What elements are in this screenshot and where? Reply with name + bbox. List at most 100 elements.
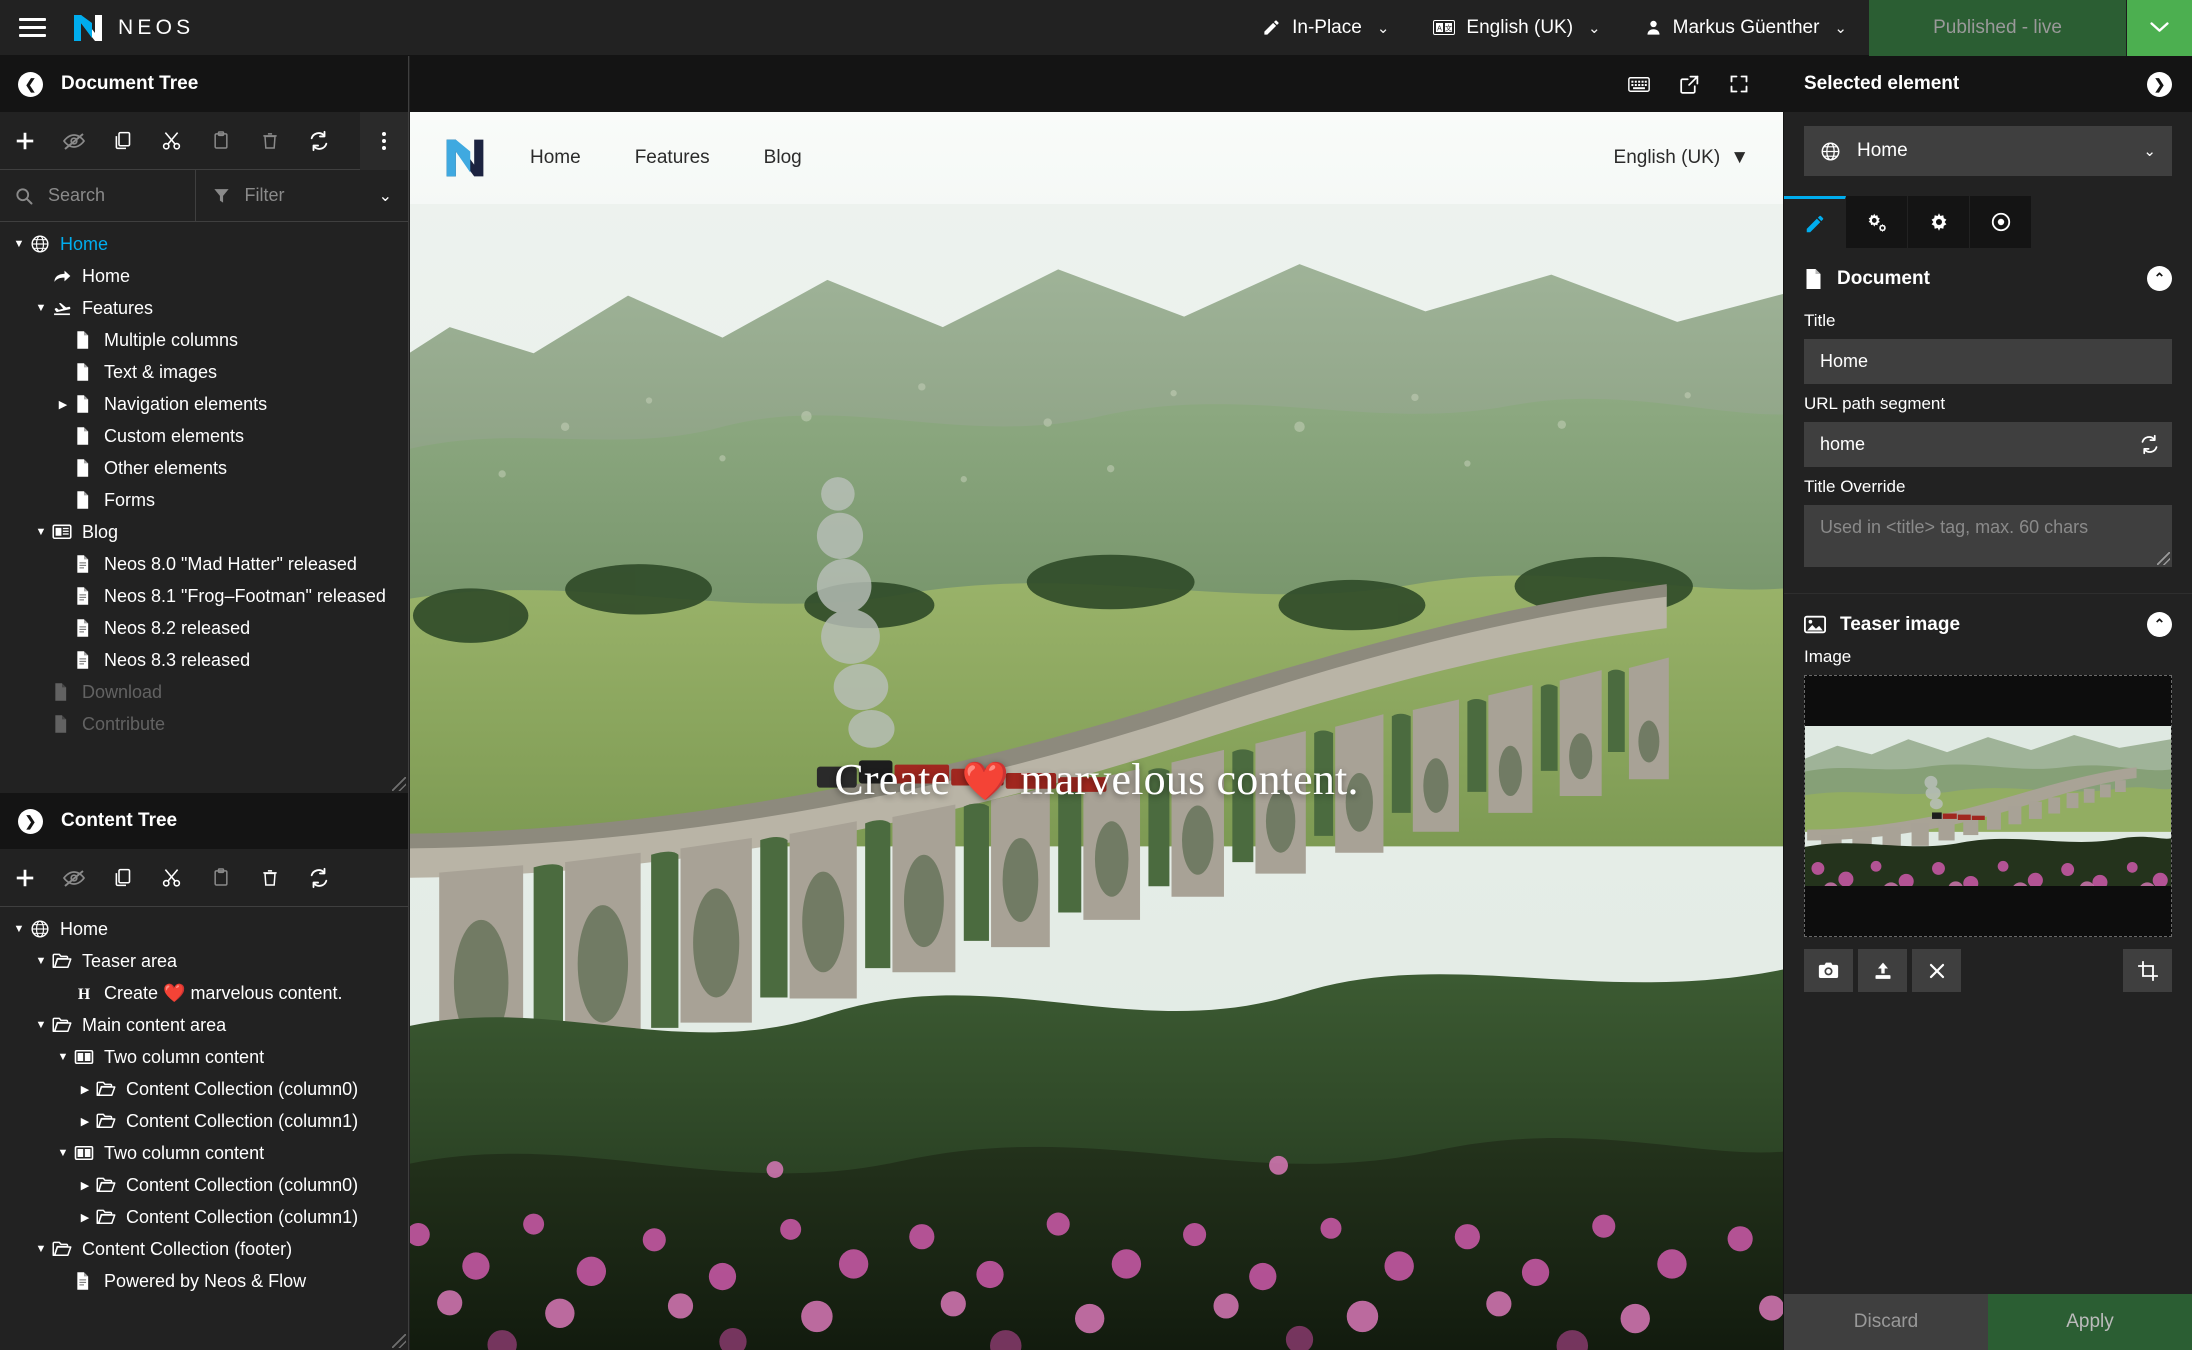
chevron-left-circle-icon[interactable]: ❮	[18, 71, 43, 97]
tree-node[interactable]: Powered by Neos & Flow	[0, 1265, 408, 1297]
tree-node[interactable]: Text & images	[0, 356, 408, 388]
edit-mode-selector[interactable]: In-Place ⌄	[1240, 0, 1411, 56]
tree-node[interactable]: Neos 8.1 "Frog–Footman" released	[0, 580, 408, 612]
tree-node[interactable]: ▶ Navigation elements	[0, 388, 408, 420]
tree-node[interactable]: ▶ Content Collection (column1)	[0, 1201, 408, 1233]
document-refresh-button[interactable]	[294, 112, 343, 170]
selected-node-select[interactable]: Home ⌄	[1804, 126, 2172, 176]
chevron-down-icon[interactable]: ▼	[30, 302, 52, 314]
chevron-down-circle-icon[interactable]: ❯	[18, 808, 43, 834]
chevron-right-icon[interactable]: ▶	[74, 1211, 96, 1224]
open-in-new-window-button[interactable]	[1667, 62, 1711, 106]
content-paste-button[interactable]	[196, 849, 245, 907]
app-logo-group[interactable]: NEOS	[64, 11, 194, 45]
tree-node[interactable]: ▶ Content Collection (column0)	[0, 1169, 408, 1201]
chevron-down-icon[interactable]: ▼	[8, 923, 30, 935]
chevron-right-circle-icon[interactable]: ❯	[2147, 71, 2172, 97]
tree-node[interactable]: ▼ Home	[0, 228, 408, 260]
tree-node[interactable]: Other elements	[0, 452, 408, 484]
regenerate-url-path-button[interactable]	[2126, 422, 2172, 467]
chevron-down-icon[interactable]: ▼	[52, 1051, 74, 1063]
content-copy-button[interactable]	[98, 849, 147, 907]
remove-image-button[interactable]	[1912, 949, 1961, 992]
chevron-up-circle-icon[interactable]: ⌃	[2147, 612, 2172, 637]
tab-target[interactable]	[1970, 196, 2032, 248]
tree-node[interactable]: ▼ Content Collection (footer)	[0, 1233, 408, 1265]
tab-meta[interactable]	[1846, 196, 1908, 248]
tree-node[interactable]: ▼ Teaser area	[0, 945, 408, 977]
content-delete-button[interactable]	[245, 849, 294, 907]
crop-image-button[interactable]	[2123, 949, 2172, 992]
teaser-image-thumbnail[interactable]	[1804, 675, 2172, 937]
content-add-button[interactable]	[0, 849, 49, 907]
title-input[interactable]: Home	[1804, 339, 2172, 384]
publish-state-button[interactable]: Published - live	[1869, 0, 2127, 56]
chevron-down-icon[interactable]: ▼	[8, 238, 30, 250]
tab-content[interactable]	[1784, 196, 1846, 248]
tree-node[interactable]: Contribute	[0, 708, 408, 740]
document-tree-resize-handle[interactable]	[392, 777, 406, 791]
tree-node[interactable]: Custom elements	[0, 420, 408, 452]
site-language-switcher[interactable]: English (UK) ▼	[1614, 147, 1749, 169]
textarea-resize-handle[interactable]	[2157, 552, 2170, 565]
fullscreen-button[interactable]	[1717, 62, 1761, 106]
document-more-menu-button[interactable]	[360, 112, 408, 170]
tree-node[interactable]: Neos 8.3 released	[0, 644, 408, 676]
tree-node[interactable]: ▶ Content Collection (column0)	[0, 1073, 408, 1105]
content-tree-resize-handle[interactable]	[392, 1334, 406, 1348]
tree-node[interactable]: ▼ Two column content	[0, 1041, 408, 1073]
language-selector[interactable]: A文 English (UK) ⌄	[1411, 0, 1622, 56]
site-nav-link-features[interactable]: Features	[635, 147, 710, 169]
chevron-up-circle-icon[interactable]: ⌃	[2147, 266, 2172, 291]
tree-node[interactable]: Neos 8.2 released	[0, 612, 408, 644]
tree-node[interactable]: ▼ Blog	[0, 516, 408, 548]
document-filter-select[interactable]: Filter ⌄	[196, 170, 409, 221]
group-teaser-image-header[interactable]: Teaser image ⌃	[1784, 594, 2192, 647]
publish-dropdown-toggle[interactable]	[2127, 0, 2192, 56]
hamburger-menu-icon[interactable]	[0, 0, 64, 56]
tree-node[interactable]: ▼ Two column content	[0, 1137, 408, 1169]
document-paste-button[interactable]	[196, 112, 245, 170]
title-override-textarea[interactable]: Used in <title> tag, max. 60 chars	[1804, 505, 2172, 567]
tree-node[interactable]: ▼ Home	[0, 913, 408, 945]
document-delete-button[interactable]	[245, 112, 294, 170]
chevron-right-icon[interactable]: ▶	[52, 398, 74, 411]
document-search-input[interactable]: Search	[0, 170, 196, 221]
upload-image-button[interactable]	[1858, 949, 1907, 992]
chevron-right-icon[interactable]: ▶	[74, 1083, 96, 1096]
site-nav-link-home[interactable]: Home	[530, 147, 581, 169]
neos-logo-icon[interactable]	[444, 135, 486, 181]
tree-node[interactable]: ▼ Main content area	[0, 1009, 408, 1041]
document-tree-header[interactable]: ❮ Document Tree	[0, 56, 408, 112]
chevron-down-icon[interactable]: ▼	[30, 526, 52, 538]
tree-node[interactable]: Neos 8.0 "Mad Hatter" released	[0, 548, 408, 580]
content-hide-button[interactable]	[49, 849, 98, 907]
tree-node[interactable]: Download	[0, 676, 408, 708]
content-tree-header[interactable]: ❯ Content Tree	[0, 793, 408, 849]
document-tree-nodes[interactable]: ▼ Home Home ▼ Features Multiple columns Tex…	[0, 222, 408, 793]
tree-node[interactable]: Forms	[0, 484, 408, 516]
chevron-down-icon[interactable]: ▼	[30, 955, 52, 967]
document-add-button[interactable]	[0, 112, 49, 170]
tree-node[interactable]: ▶ Content Collection (column1)	[0, 1105, 408, 1137]
document-hide-button[interactable]	[49, 112, 98, 170]
tab-settings[interactable]	[1908, 196, 1970, 248]
site-preview-frame[interactable]: Home Features Blog English (UK) ▼ Create…	[410, 112, 1783, 1350]
choose-from-media-button[interactable]	[1804, 949, 1853, 992]
tree-node[interactable]: H Create ❤️ marvelous content.	[0, 977, 408, 1009]
url-path-segment-input[interactable]: home	[1804, 422, 2172, 467]
chevron-right-icon[interactable]: ▶	[74, 1179, 96, 1192]
chevron-down-icon[interactable]: ▼	[30, 1019, 52, 1031]
site-nav-link-blog[interactable]: Blog	[764, 147, 802, 169]
user-menu[interactable]: Markus Güenther ⌄	[1623, 0, 1869, 56]
tree-node[interactable]: ▼ Features	[0, 292, 408, 324]
discard-button[interactable]: Discard	[1784, 1294, 1988, 1350]
document-cut-button[interactable]	[147, 112, 196, 170]
document-copy-button[interactable]	[98, 112, 147, 170]
group-document-header[interactable]: Document ⌃	[1784, 248, 2192, 301]
tree-node[interactable]: Multiple columns	[0, 324, 408, 356]
chevron-down-icon[interactable]: ▼	[52, 1147, 74, 1159]
hero-headline[interactable]: Create ❤️ marvelous content.	[410, 754, 1783, 805]
keyboard-shortcuts-button[interactable]	[1617, 62, 1661, 106]
content-cut-button[interactable]	[147, 849, 196, 907]
